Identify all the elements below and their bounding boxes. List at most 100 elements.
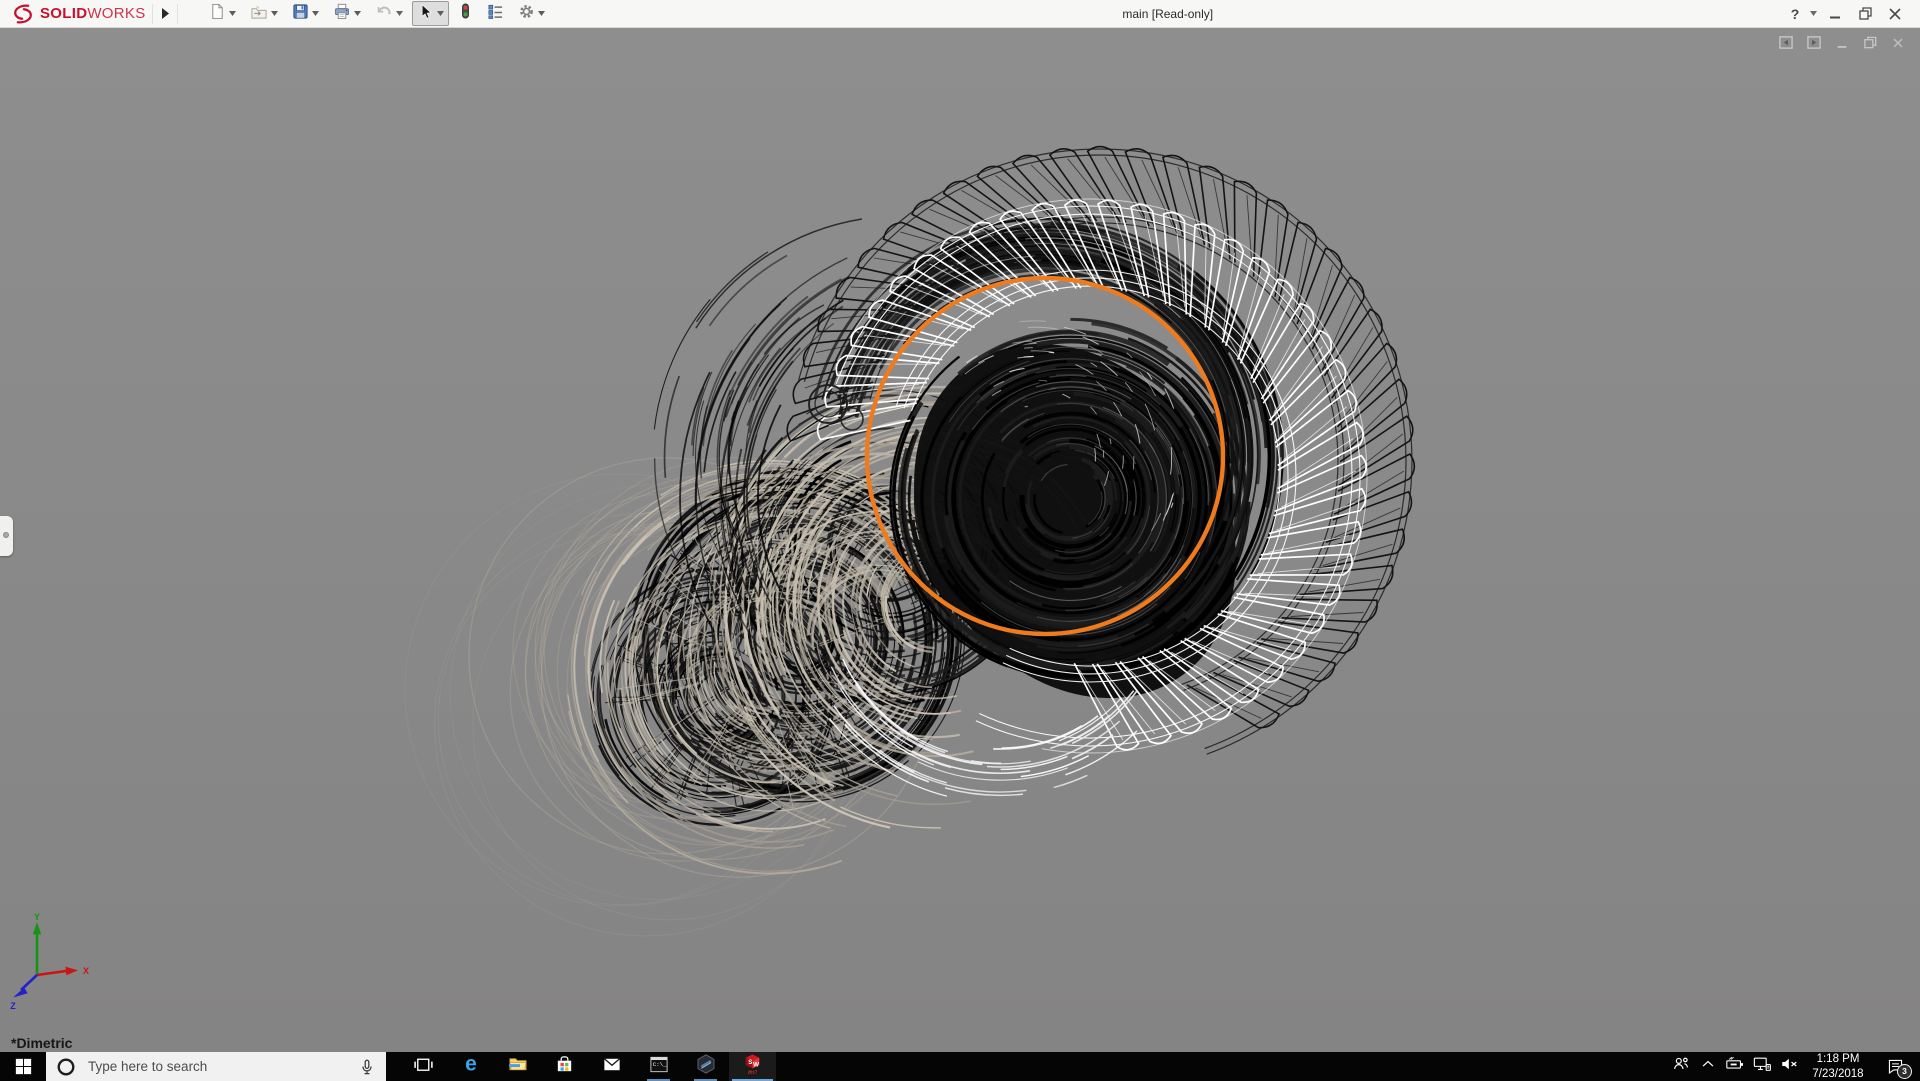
dropdown-arrow-icon[interactable] <box>537 11 545 16</box>
cortana-circle-icon <box>57 1058 75 1075</box>
show-left-pane-button[interactable] <box>1776 36 1796 54</box>
graphics-viewport[interactable]: Y X Z *Dimetric <box>0 28 1920 1052</box>
windows-taskbar: e C:\_ SW2017 1:18 PM 7/23/2018 3 <box>0 1052 1920 1081</box>
select-cursor-button[interactable] <box>411 1 449 26</box>
svg-text:2017: 2017 <box>748 1069 758 1074</box>
solidworks-logo: SOLIDWORKS <box>0 0 152 27</box>
help-dropdown-arrow[interactable] <box>1806 2 1820 26</box>
collapsed-panel-tab[interactable] <box>0 516 13 556</box>
doc-minimize-icon <box>1835 36 1849 55</box>
new-document-icon <box>209 3 226 25</box>
tray-time: 1:18 PM <box>1816 1053 1860 1066</box>
edge-taskbar-button[interactable]: e <box>447 1052 494 1081</box>
hexagon-app-taskbar-button[interactable] <box>682 1052 729 1081</box>
options-gear-icon <box>518 3 535 25</box>
doc-restore-icon <box>1863 35 1878 55</box>
close-icon <box>1889 7 1901 20</box>
close-button[interactable] <box>1880 2 1910 26</box>
solidworks-application: SOLIDWORKS main [Read-only] ? Y X Z *Dim… <box>0 0 1920 1081</box>
new-document-button[interactable] <box>204 1 241 26</box>
taskbar-clock[interactable]: 1:18 PM 7/23/2018 <box>1802 1052 1874 1081</box>
save-button[interactable] <box>287 1 324 26</box>
people-tray-button[interactable] <box>1667 1052 1694 1081</box>
network-tray-button[interactable] <box>1748 1052 1775 1081</box>
view-orientation-label: *Dimetric <box>11 1035 73 1051</box>
solidworks-logo-mark-icon <box>14 4 32 23</box>
options-gear-button[interactable] <box>513 1 550 26</box>
minimize-button[interactable] <box>1820 2 1850 26</box>
save-icon <box>292 3 309 25</box>
edge-icon: e <box>460 1053 482 1080</box>
restore-button[interactable] <box>1850 2 1880 26</box>
start-button[interactable] <box>0 1052 46 1081</box>
dropdown-arrow-icon[interactable] <box>311 11 319 16</box>
dropdown-arrow-icon[interactable] <box>395 11 403 16</box>
tray-date: 7/23/2018 <box>1812 1067 1864 1080</box>
triad-y-label: Y <box>34 912 40 922</box>
people-icon <box>1671 1054 1691 1079</box>
titlebar: SOLIDWORKS main [Read-only] ? <box>0 0 1920 28</box>
battery-tray-button[interactable] <box>1721 1052 1748 1081</box>
show-right-pane-button[interactable] <box>1804 36 1824 54</box>
svg-text:e: e <box>465 1053 477 1075</box>
quick-access-toolbar <box>202 0 552 27</box>
mail-icon <box>601 1054 623 1080</box>
microphone-icon[interactable] <box>358 1058 376 1076</box>
solidworks-2017-icon: S W 2017 <box>741 1052 764 1081</box>
store-icon <box>554 1054 575 1080</box>
document-window-controls <box>1776 36 1908 54</box>
select-cursor-icon <box>417 3 434 25</box>
cmd-taskbar-button[interactable]: C:\_ <box>635 1052 682 1081</box>
dropdown-arrow-icon[interactable] <box>353 11 361 16</box>
print-button[interactable] <box>328 1 366 26</box>
file-explorer-taskbar-button[interactable] <box>494 1052 541 1081</box>
chevron-up-tray-button[interactable] <box>1694 1052 1721 1081</box>
panel-tab-dot-icon <box>3 532 9 538</box>
mail-taskbar-button[interactable] <box>588 1052 635 1081</box>
dropdown-arrow-icon[interactable] <box>270 11 278 16</box>
minimize-icon <box>1830 16 1840 18</box>
open-folder-button[interactable] <box>245 1 283 26</box>
help-button[interactable]: ? <box>1784 2 1806 26</box>
menu-expand-arrow[interactable] <box>153 0 177 27</box>
file-properties-icon <box>487 3 504 25</box>
dropdown-arrow-icon[interactable] <box>228 11 236 16</box>
system-tray: 1:18 PM 7/23/2018 3 <box>1667 1052 1920 1081</box>
cmd-icon: C:\_ <box>648 1054 670 1080</box>
chevron-up-icon <box>1699 1055 1717 1078</box>
solidworks-2017-taskbar-button[interactable]: S W 2017 <box>729 1052 776 1081</box>
right-triangle-icon <box>161 8 169 19</box>
taskbar-app-icons: e C:\_ S W 2017 <box>400 1052 776 1081</box>
notification-count-badge: 3 <box>1897 1064 1912 1079</box>
chevron-down-icon <box>1809 11 1817 16</box>
dropdown-arrow-icon[interactable] <box>436 11 444 16</box>
search-input[interactable] <box>86 1058 348 1075</box>
hexagon-app-icon <box>695 1053 717 1080</box>
action-center-button[interactable]: 3 <box>1874 1052 1916 1081</box>
doc-restore-button[interactable] <box>1860 36 1880 54</box>
store-taskbar-button[interactable] <box>541 1052 588 1081</box>
undo-button[interactable] <box>370 1 408 26</box>
rebuild-traffic-light-button[interactable] <box>453 1 478 26</box>
open-folder-icon <box>250 3 268 25</box>
doc-close-button[interactable] <box>1888 36 1908 54</box>
undo-icon <box>375 3 393 25</box>
volume-muted-icon <box>1779 1054 1799 1079</box>
separator <box>176 3 178 24</box>
taskbar-search-box[interactable] <box>46 1052 386 1081</box>
volume-muted-tray-button[interactable] <box>1775 1052 1802 1081</box>
solidworks-wordmark: SOLIDWORKS <box>40 5 146 22</box>
orientation-triad: Y X Z <box>10 912 89 1011</box>
svg-text:C:\_: C:\_ <box>652 1060 666 1067</box>
file-properties-button[interactable] <box>482 1 509 26</box>
task-view-taskbar-button[interactable] <box>400 1052 447 1081</box>
show-right-pane-icon <box>1806 35 1822 55</box>
print-icon <box>333 3 351 25</box>
rebuild-traffic-light-icon <box>458 2 473 25</box>
svg-text:S: S <box>748 1059 752 1066</box>
doc-minimize-button[interactable] <box>1832 36 1852 54</box>
jet-engine-wireframe-model[interactable] <box>0 28 1920 1052</box>
file-explorer-icon <box>507 1054 529 1080</box>
battery-icon <box>1725 1054 1745 1079</box>
window-controls: ? <box>1784 2 1920 26</box>
